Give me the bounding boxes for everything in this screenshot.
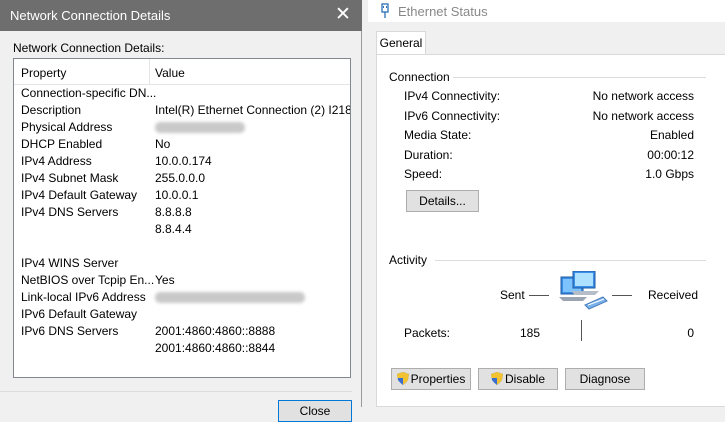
table-row[interactable]: DHCP Enabled No xyxy=(14,136,350,153)
disable-button-label: Disable xyxy=(504,372,546,386)
table-row[interactable]: IPv4 Default Gateway 10.0.0.1 xyxy=(14,187,350,204)
duration-value: 00:00:12 xyxy=(647,148,694,162)
value-cell: Intel(R) Ethernet Connection (2) I218-V xyxy=(155,103,351,117)
details-list[interactable]: Property Value Connection-specific DN...… xyxy=(13,58,351,378)
sent-label: Sent xyxy=(500,288,525,302)
table-row[interactable]: IPv4 DNS Servers 8.8.8.8 xyxy=(14,204,350,221)
divider xyxy=(0,391,352,392)
column-header-property[interactable]: Property xyxy=(21,66,66,80)
table-row[interactable]: IPv4 WINS Server xyxy=(14,238,350,270)
property-cell: NetBIOS over Tcpip En... xyxy=(21,273,155,287)
properties-button-label: Properties xyxy=(410,372,466,386)
column-divider[interactable] xyxy=(149,59,150,84)
table-row[interactable]: IPv6 Default Gateway xyxy=(14,306,350,323)
property-cell: Link-local IPv6 Address xyxy=(21,290,146,304)
media-state-value: Enabled xyxy=(649,128,694,142)
activity-group-title: Activity xyxy=(389,253,428,267)
speed-label: Speed: xyxy=(404,167,443,181)
group-divider xyxy=(435,260,706,261)
ipv4-connectivity-value: No network access xyxy=(592,89,694,103)
table-row[interactable]: 8.8.4.4 xyxy=(14,221,350,238)
value-cell: No xyxy=(155,137,171,151)
close-icon[interactable]: ✕ xyxy=(330,3,356,27)
group-divider xyxy=(453,77,706,78)
property-cell: DHCP Enabled xyxy=(21,137,103,151)
property-cell: IPv4 DNS Servers xyxy=(21,205,119,219)
table-row[interactable]: IPv4 Address 10.0.0.174 xyxy=(14,153,350,170)
activity-divider xyxy=(581,320,582,341)
tab-strip: General Connection IPv4 Connectivity: No… xyxy=(368,22,725,407)
redacted-value xyxy=(155,292,305,304)
window-title: Network Connection Details xyxy=(10,8,171,23)
duration-label: Duration: xyxy=(404,148,453,162)
network-connection-details-window: Network Connection Details ✕ Network Con… xyxy=(0,0,362,422)
table-row[interactable]: Connection-specific DN... xyxy=(14,85,350,102)
value-cell: 8.8.8.8 xyxy=(155,205,192,219)
packets-received-value: 0 xyxy=(687,326,694,340)
property-cell: IPv4 WINS Server xyxy=(21,256,119,270)
window-title: Ethernet Status xyxy=(398,4,488,19)
property-cell: Description xyxy=(21,103,82,117)
ethernet-icon xyxy=(381,3,389,18)
connection-group-title: Connection xyxy=(389,70,450,84)
properties-button[interactable]: Properties xyxy=(391,368,471,390)
table-row[interactable]: IPv4 Subnet Mask 255.0.0.0 xyxy=(14,170,350,187)
speed-value: 1.0 Gbps xyxy=(645,167,694,181)
general-tab-panel: Connection IPv4 Connectivity: No network… xyxy=(376,54,725,407)
redacted-value xyxy=(155,122,245,134)
disable-button[interactable]: Disable xyxy=(478,368,558,390)
property-cell: IPv4 Subnet Mask xyxy=(21,171,119,185)
packets-sent-value: 185 xyxy=(519,326,540,340)
tab-general[interactable]: General xyxy=(376,31,426,54)
received-label: Received xyxy=(648,288,699,302)
property-cell: IPv6 DNS Servers xyxy=(21,324,119,338)
value-cell: 2001:4860:4860::8888 xyxy=(155,324,276,338)
property-cell: Connection-specific DN... xyxy=(21,86,157,100)
value-cell: 10.0.0.174 xyxy=(155,154,212,168)
received-line xyxy=(612,295,632,296)
value-cell: 2001:4860:4860::8844 xyxy=(155,341,276,355)
diagnose-button[interactable]: Diagnose xyxy=(565,368,645,390)
list-header: Property Value xyxy=(14,59,350,85)
packets-label: Packets: xyxy=(404,326,451,340)
details-label: Network Connection Details: xyxy=(13,41,165,55)
media-state-label: Media State: xyxy=(404,128,472,142)
ipv6-connectivity-value: No network access xyxy=(592,109,694,123)
property-cell: IPv4 Default Gateway xyxy=(21,188,138,202)
ethernet-status-window: Ethernet Status General Connection IPv4 … xyxy=(368,0,725,407)
table-row[interactable]: Link-local IPv6 Address xyxy=(14,289,350,306)
value-cell xyxy=(155,120,245,134)
details-button[interactable]: Details... xyxy=(406,190,479,212)
table-row[interactable]: IPv6 DNS Servers 2001:4860:4860::8888 xyxy=(14,323,350,340)
value-cell xyxy=(155,290,305,304)
property-cell: IPv6 Default Gateway xyxy=(21,307,138,321)
uac-shield-icon xyxy=(396,372,409,385)
table-row[interactable]: Description Intel(R) Ethernet Connection… xyxy=(14,102,350,119)
ipv4-connectivity-label: IPv4 Connectivity: xyxy=(404,89,501,103)
value-cell: 255.0.0.0 xyxy=(155,171,206,185)
close-button[interactable]: Close xyxy=(278,400,352,422)
network-computers-icon xyxy=(559,271,608,310)
value-cell: Yes xyxy=(155,273,175,287)
table-row[interactable]: 2001:4860:4860::8844 xyxy=(14,340,350,357)
table-row[interactable]: Physical Address xyxy=(14,119,350,136)
column-header-value[interactable]: Value xyxy=(155,66,185,80)
uac-shield-icon xyxy=(490,372,503,385)
value-cell: 8.8.4.4 xyxy=(155,222,192,236)
table-row[interactable]: NetBIOS over Tcpip En... Yes xyxy=(14,272,350,289)
property-cell: Physical Address xyxy=(21,120,113,134)
sent-line xyxy=(529,295,549,296)
ipv6-connectivity-label: IPv6 Connectivity: xyxy=(404,109,501,123)
value-cell: 10.0.0.1 xyxy=(155,188,199,202)
property-cell: IPv4 Address xyxy=(21,154,92,168)
title-bar: Ethernet Status xyxy=(368,0,725,22)
title-bar: Network Connection Details ✕ xyxy=(0,0,362,31)
